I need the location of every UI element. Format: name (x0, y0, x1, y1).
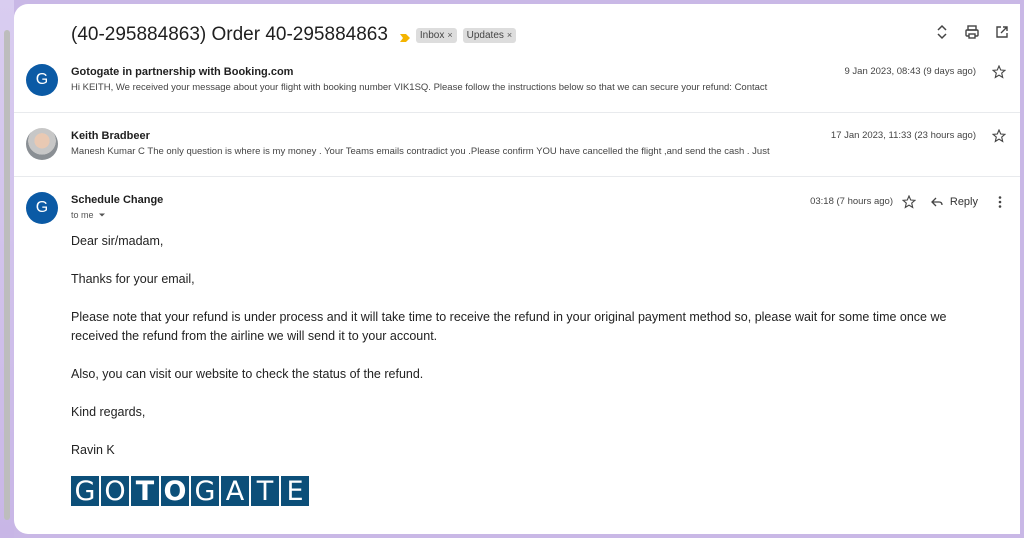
subject-row: (40-295884863) Order 40-295884863 Inbox … (71, 20, 1011, 50)
more-options-icon[interactable] (992, 194, 1008, 210)
star-icon[interactable] (901, 194, 917, 209)
body-paragraph: Thanks for your email, (71, 272, 195, 286)
reply-icon (930, 197, 943, 207)
avatar: G (26, 192, 58, 224)
logo-letter: G (71, 476, 99, 507)
thread-toolbar (934, 24, 1010, 40)
star-icon[interactable] (991, 64, 1007, 79)
print-icon[interactable] (964, 24, 980, 40)
recipient-details[interactable]: to me (71, 210, 106, 220)
message-date: 9 Jan 2023, 08:43 (9 days ago) (844, 66, 976, 77)
scrollbar[interactable] (4, 30, 10, 520)
message-snippet: Hi KEITH, We received your message about… (71, 82, 768, 93)
recipient-text: to me (71, 210, 94, 220)
logo-letter: T (251, 476, 279, 507)
remove-label-updates-icon[interactable]: × (507, 30, 512, 40)
gotogate-logo: G O T O G A T E (71, 476, 309, 507)
label-chip-inbox-text: Inbox (419, 29, 445, 41)
message-collapsed-1[interactable]: G Gotogate in partnership with Booking.c… (14, 60, 1020, 112)
avatar: G (26, 64, 58, 96)
label-chip-updates[interactable]: Updates × (462, 27, 517, 43)
sender-name: Schedule Change (71, 194, 164, 206)
importance-marker-icon[interactable] (399, 30, 410, 42)
logo-letter: G (191, 476, 219, 507)
email-thread-panel: (40-295884863) Order 40-295884863 Inbox … (14, 4, 1020, 534)
open-in-new-window-icon[interactable] (994, 24, 1010, 40)
thread-subject: (40-295884863) Order 40-295884863 (71, 24, 388, 45)
sender-name: Keith Bradbeer (71, 130, 150, 142)
chevron-down-icon (98, 213, 105, 217)
message-collapsed-2[interactable]: Keith Bradbeer Manesh Kumar C The only q… (14, 124, 1020, 176)
message-snippet: Manesh Kumar C The only question is wher… (71, 146, 770, 157)
message-body: Dear sir/madam, Thanks for your email, P… (71, 232, 971, 479)
body-paragraph: Ravin K (71, 443, 115, 457)
reply-button[interactable]: Reply (930, 195, 978, 209)
expand-collapse-icon[interactable] (934, 24, 950, 40)
message-date: 03:18 (7 hours ago) (810, 196, 893, 207)
window-right-edge (1020, 0, 1024, 538)
divider (14, 112, 1020, 113)
sender-name: Gotogate in partnership with Booking.com (71, 66, 294, 78)
avatar (26, 128, 58, 160)
star-icon[interactable] (991, 128, 1007, 143)
logo-letter: E (281, 476, 309, 507)
divider (14, 176, 1020, 177)
body-paragraph: Please note that your refund is under pr… (71, 310, 947, 343)
remove-label-inbox-icon[interactable]: × (447, 30, 452, 40)
label-chip-inbox[interactable]: Inbox × (415, 27, 457, 43)
body-paragraph: Also, you can visit our website to check… (71, 367, 424, 381)
body-paragraph: Kind regards, (71, 405, 146, 419)
logo-letter: O (101, 476, 129, 507)
logo-letter: A (221, 476, 249, 507)
message-date: 17 Jan 2023, 11:33 (23 hours ago) (830, 130, 976, 141)
logo-letter: T (131, 476, 159, 507)
label-chip-updates-text: Updates (466, 29, 504, 41)
body-paragraph: Dear sir/madam, (71, 234, 164, 248)
reply-label: Reply (949, 196, 978, 208)
logo-letter: O (161, 476, 189, 507)
